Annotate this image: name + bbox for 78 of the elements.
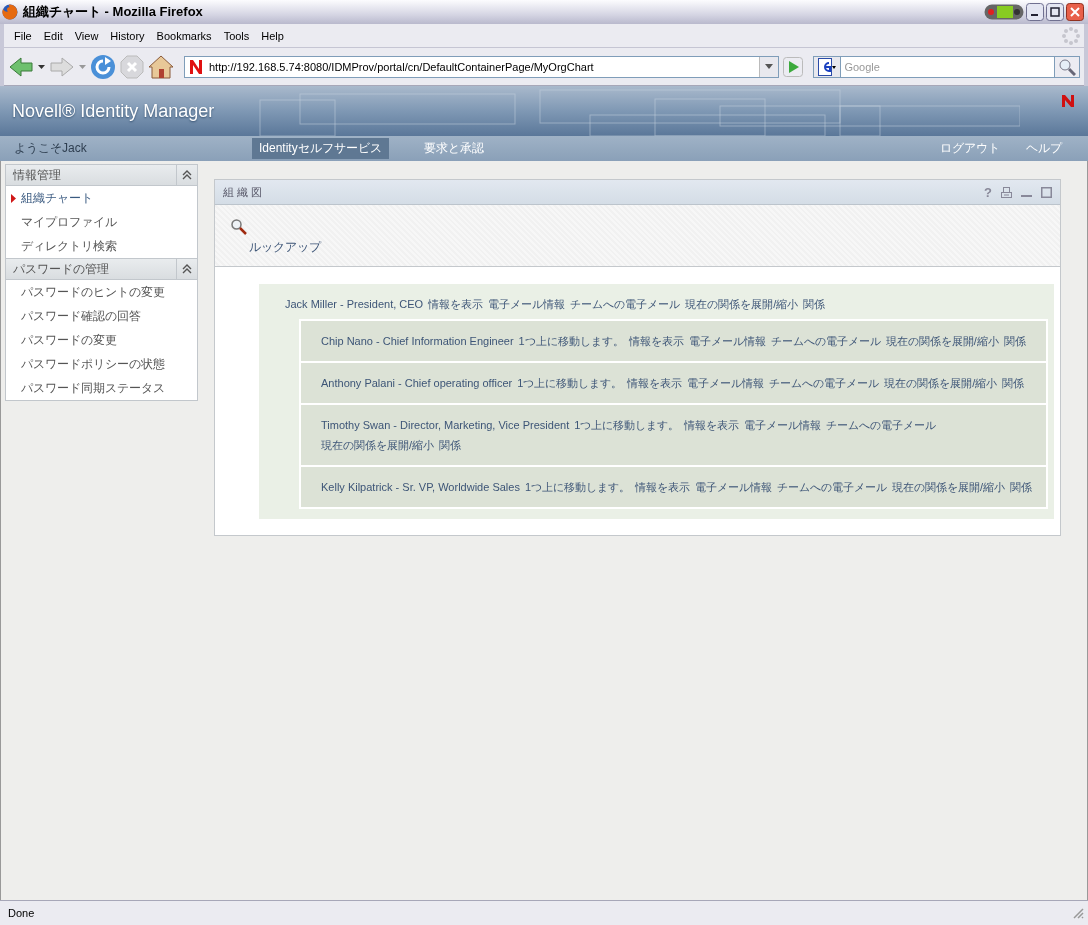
action-link[interactable]: 電子メール情報 [695,481,773,493]
sidebar-item[interactable]: パスワード確認の回答 [21,307,141,325]
action-link[interactable]: 現在の関係を展開/縮小 [892,481,1006,493]
sidebar-item[interactable]: パスワード同期ステータス [21,379,165,397]
action-link[interactable]: 情報を表示 [635,481,691,493]
action-link[interactable]: 電子メール情報 [488,298,566,310]
site-logo-icon [189,58,203,75]
sidebar-item[interactable]: マイプロファイル [21,213,117,231]
menu-item[interactable]: Edit [37,27,69,44]
action-link[interactable]: 情報を表示 [627,377,683,389]
sidebar-item[interactable]: 組織チャート [21,189,93,207]
action-link[interactable]: 関係 [1003,335,1026,347]
person-name[interactable]: Anthony Palani - Chief operating officer [321,377,513,389]
menu-item[interactable]: Bookmarks [150,27,218,44]
action-link[interactable]: 1つ上に移動します。 [517,377,623,389]
action-link[interactable]: 関係 [1002,377,1025,389]
address-field[interactable]: http://192.168.5.74:8080/IDMProv/portal/cn/DefaultContainerPage/MyOrgChart [184,55,780,78]
action-link[interactable]: チームへの電子メール [570,298,681,310]
menu-item[interactable]: History [104,27,151,44]
sidebar-item[interactable]: パスワードのヒントの変更 [21,283,165,301]
selected-arrow-icon [11,193,16,203]
action-link[interactable]: 電子メール情報 [688,335,766,347]
dropdown-caret-icon[interactable] [765,64,774,69]
portlet-title: 組 織 図 [223,184,264,200]
maximize-icon[interactable] [1041,186,1052,198]
menu-item[interactable]: View [68,27,105,44]
reload-icon[interactable] [90,53,116,80]
person-name[interactable]: Timothy Swan - Director, Marketing, Vice President [321,419,570,431]
action-link[interactable]: 現在の関係を展開/縮小 [884,377,998,389]
action-link[interactable]: 情報を表示 [684,419,740,431]
nav-tab[interactable]: Identityセルフサービス [252,138,389,159]
maximize-icon[interactable] [1046,3,1064,21]
action-link[interactable]: 1つ上に移動します。 [518,335,624,347]
person-name[interactable]: Jack Miller - President, CEO [285,298,424,310]
firefox-icon [2,4,18,20]
close-icon[interactable] [1066,3,1084,21]
action-link[interactable]: 現在の関係を展開/縮小 [685,298,799,310]
lookup-link[interactable]: ルックアップ [249,239,321,256]
action-link[interactable]: 電子メール情報 [744,419,822,431]
person-name[interactable]: Chip Nano - Chief Information Engineer [321,335,514,347]
action-link[interactable]: 電子メール情報 [687,377,765,389]
action-link[interactable]: 関係 [803,298,826,310]
menu-item[interactable]: Tools [217,27,256,44]
sidebar-item[interactable]: パスワードポリシーの状態 [21,355,165,373]
action-link[interactable]: 現在の関係を展開/縮小 [885,335,999,347]
dropdown-caret-icon[interactable] [38,64,45,69]
window-title: 組織チャート - Mozilla Firefox [23,3,204,21]
welcome-text: ようこそJack [13,140,88,157]
collapse-chevrons-icon[interactable] [182,170,192,180]
action-link[interactable]: 関係 [1010,481,1033,493]
search-field[interactable]: Google [841,55,1054,78]
menu-item[interactable]: Help [255,27,290,44]
action-link[interactable]: 関係 [439,439,462,451]
action-link[interactable]: 1つ上に移動します。 [524,481,631,493]
graphics-tray-icon [984,3,1024,21]
search-icon[interactable] [1058,57,1076,76]
home-icon[interactable] [148,53,174,80]
minimize-icon[interactable] [1026,3,1044,21]
status-text: Done [7,907,36,919]
action-link[interactable]: チームへの電子メール [769,377,880,389]
action-link[interactable]: チームへの電子メール [770,335,881,347]
action-link[interactable]: 現在の関係を展開/縮小 [321,439,435,451]
action-link[interactable]: 1つ上に移動します。 [574,419,680,431]
action-link[interactable]: 情報を表示 [628,335,684,347]
magnifier-icon[interactable] [231,219,247,235]
collapse-chevrons-icon[interactable] [182,264,192,274]
action-link[interactable]: 情報を表示 [428,298,484,310]
sidebar-item[interactable]: パスワードの変更 [21,331,117,349]
menu-item[interactable]: File [8,27,38,44]
brand-title: Novell® Identity Manager [12,100,215,122]
search-engine-icon[interactable] [818,57,837,76]
sidebar-item[interactable]: ディレクトリ検索 [21,237,117,255]
resize-grip-icon[interactable] [1072,907,1084,919]
action-link[interactable]: チームへの電子メール [777,481,888,493]
person-name[interactable]: Kelly Kilpatrick - Sr. VP, Worldwide Sales [321,481,520,493]
novell-logo-icon [1062,95,1074,107]
print-icon[interactable] [1001,186,1012,198]
action-link[interactable]: チームへの電子メール [826,419,937,431]
